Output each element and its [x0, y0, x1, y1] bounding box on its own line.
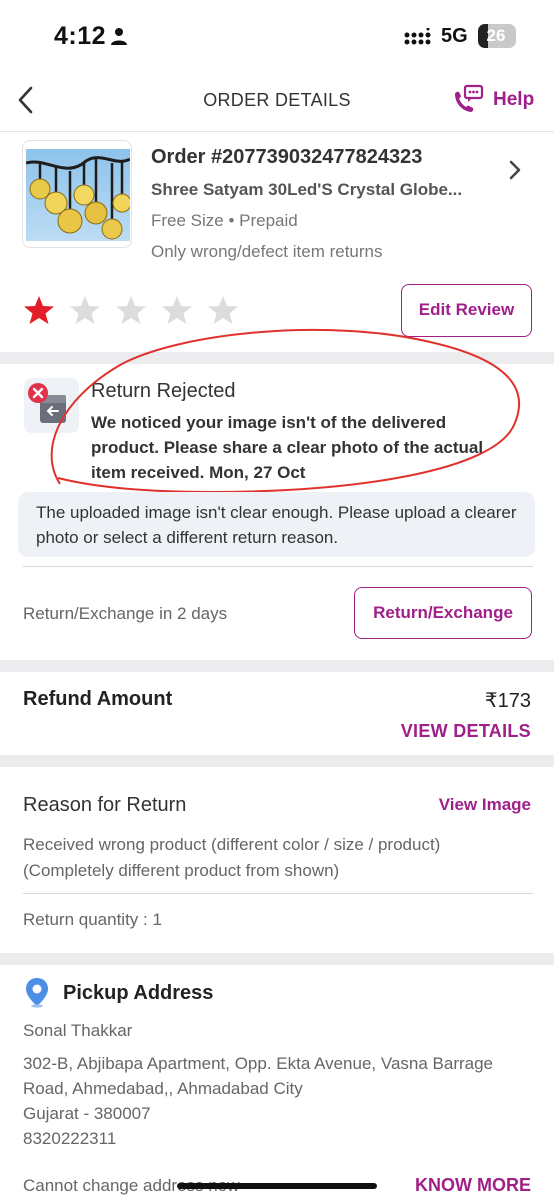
- star-empty-icon[interactable]: [207, 294, 239, 326]
- globe-lights-image: [26, 156, 130, 240]
- section-divider: [0, 953, 554, 965]
- address-state-pin: Gujarat - 380007: [23, 1104, 151, 1123]
- divider-line: [23, 893, 533, 894]
- section-divider: [0, 352, 554, 364]
- divider-line: [23, 566, 533, 567]
- battery-percent: 26: [486, 26, 506, 45]
- refund-amount: ₹173: [484, 690, 531, 712]
- return-quantity: Return quantity : 1: [23, 910, 162, 929]
- reason-text: Received wrong product (different color …: [23, 835, 441, 880]
- section-divider: [0, 755, 554, 767]
- nav-header: ORDER DETAILS Help: [0, 72, 554, 132]
- address-phone: 8320222311: [23, 1129, 117, 1148]
- pickup-name: Sonal Thakkar: [23, 1021, 133, 1040]
- status-time: 4:12: [54, 22, 107, 50]
- view-details-link[interactable]: VIEW DETAILS: [401, 721, 531, 742]
- chevron-right-icon[interactable]: [503, 155, 527, 185]
- product-name: Shree Satyam 30Led'S Crystal Globe...: [151, 180, 463, 199]
- return-status-title: Return Rejected: [91, 380, 236, 402]
- product-meta: Free Size • Prepaid: [151, 211, 298, 230]
- star-filled-icon[interactable]: [23, 294, 55, 326]
- battery-icon: 26: [478, 24, 516, 48]
- return-info-box: The uploaded image isn't clear enough. P…: [18, 492, 535, 557]
- phone-chat-icon: [455, 84, 484, 112]
- help-label: Help: [493, 89, 535, 110]
- location-pin-icon: [26, 978, 48, 1008]
- person-icon: [111, 28, 127, 45]
- view-image-link[interactable]: View Image: [439, 795, 531, 815]
- return-status-message: We noticed your image isn't of the deliv…: [91, 413, 484, 482]
- star-empty-icon[interactable]: [161, 294, 193, 326]
- know-more-link[interactable]: KNOW MORE: [415, 1175, 531, 1196]
- reason-heading: Reason for Return: [23, 794, 187, 816]
- refund-label: Refund Amount: [23, 688, 173, 710]
- star-empty-icon[interactable]: [69, 294, 101, 326]
- pickup-address: 302-B, Abjibapa Apartment, Opp. Ekta Ave…: [23, 1051, 533, 1151]
- product-image[interactable]: [22, 140, 132, 248]
- star-empty-icon[interactable]: [115, 294, 147, 326]
- home-indicator[interactable]: [177, 1183, 377, 1189]
- status-bar: 4:12 5G 26: [0, 0, 554, 72]
- edit-review-button[interactable]: Edit Review: [401, 284, 532, 337]
- address-line: 302-B, Abjibapa Apartment, Opp. Ekta Ave…: [23, 1054, 494, 1098]
- order-id: Order #207739032477824323: [151, 146, 423, 168]
- return-window-text: Return/Exchange in 2 days: [23, 604, 228, 623]
- section-divider: [0, 660, 554, 672]
- return-exchange-button[interactable]: Return/Exchange: [354, 587, 532, 639]
- pickup-heading: Pickup Address: [63, 982, 214, 1004]
- return-policy: Only wrong/defect item returns: [151, 242, 383, 261]
- help-button[interactable]: Help: [452, 82, 542, 118]
- return-status-icon: [24, 378, 79, 433]
- signal-icon: [404, 28, 431, 45]
- network-label: 5G: [441, 25, 468, 47]
- close-circle-icon: [28, 383, 48, 403]
